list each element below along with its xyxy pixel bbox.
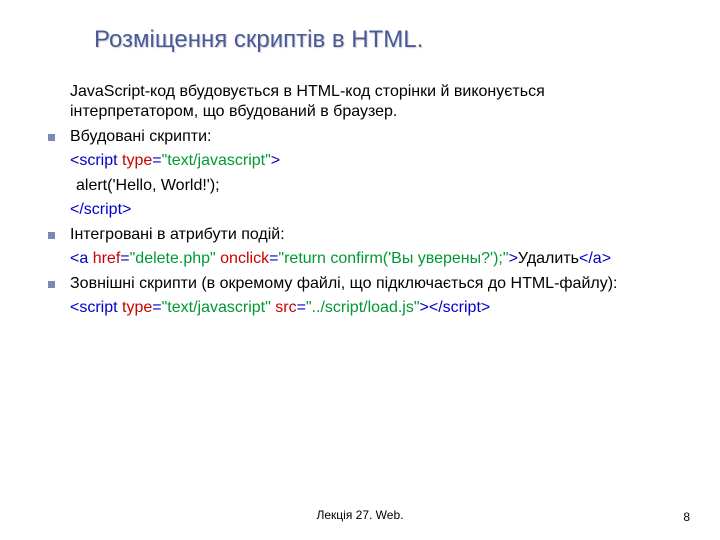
code-line: <script type="text/javascript" src="../s… xyxy=(48,298,672,318)
slide-title: Розміщення скриптів в HTML. xyxy=(48,26,672,54)
intro-paragraph: JavaScript-код вбудовується в HTML-код с… xyxy=(48,82,672,123)
bullet-label: Вбудовані скрипти: xyxy=(70,127,672,147)
page-number: 8 xyxy=(683,510,690,524)
code-line: alert('Hello, World!'); xyxy=(48,176,672,196)
bullet-marker-icon xyxy=(48,274,70,288)
code-line: <a href="delete.php" onclick="return con… xyxy=(48,249,672,269)
code-line: </script> xyxy=(48,200,672,220)
footer-text: Лекція 27. Web. xyxy=(0,508,720,522)
bullet-list: Вбудовані скрипти: <script type="text/jav… xyxy=(48,127,672,319)
code-line: <script type="text/javascript"> xyxy=(48,151,672,171)
bullet-item: Інтегровані в атрибути подій: xyxy=(48,225,672,245)
bullet-marker-icon xyxy=(48,127,70,141)
bullet-marker-icon xyxy=(48,225,70,239)
bullet-label: Зовнішні скрипти (в окремому файлі, що п… xyxy=(70,274,672,294)
bullet-label: Інтегровані в атрибути подій: xyxy=(70,225,672,245)
slide-body: JavaScript-код вбудовується в HTML-код с… xyxy=(48,82,672,319)
bullet-item: Вбудовані скрипти: xyxy=(48,127,672,147)
slide: Розміщення скриптів в HTML. JavaScript-к… xyxy=(0,0,720,540)
bullet-item: Зовнішні скрипти (в окремому файлі, що п… xyxy=(48,274,672,294)
